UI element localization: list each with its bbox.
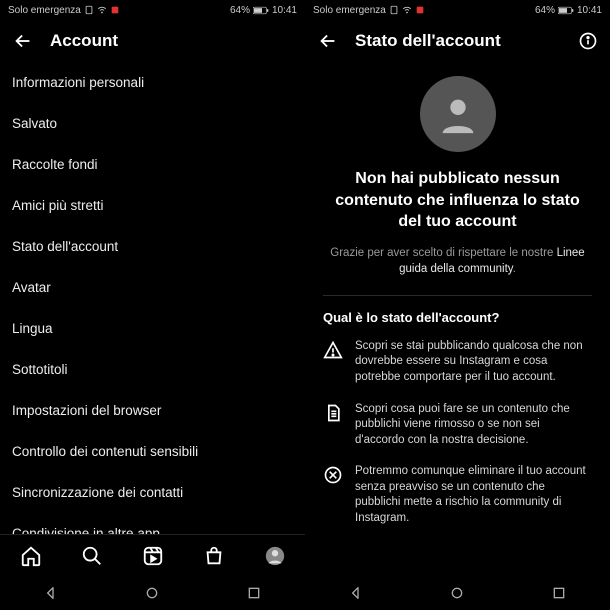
carrier-text: Solo emergenza — [313, 5, 386, 16]
back-icon[interactable] — [12, 30, 34, 52]
warning-icon — [323, 340, 343, 386]
menu-item-lingua[interactable]: Lingua — [0, 308, 305, 349]
notification-icon — [110, 5, 120, 15]
divider — [323, 295, 592, 296]
nav-back-icon[interactable] — [43, 585, 59, 601]
status-bar: Solo emergenza 64% 10:41 — [0, 0, 305, 20]
subtext-prefix: Grazie per aver scelto di rispettare le … — [330, 247, 556, 259]
document-icon — [323, 403, 343, 449]
menu-item-stato-account[interactable]: Stato dell'account — [0, 226, 305, 267]
wifi-icon — [402, 5, 412, 15]
section-title: Qual è lo stato dell'account? — [323, 310, 592, 325]
headline: Non hai pubblicato nessun contenuto che … — [323, 168, 592, 233]
x-circle-icon — [323, 465, 343, 526]
back-icon[interactable] — [317, 30, 339, 52]
subtext-suffix: . — [513, 263, 516, 275]
info-text: Scopri cosa puoi fare se un contenuto ch… — [355, 402, 592, 449]
notification-icon — [415, 5, 425, 15]
header: Stato dell'account — [305, 20, 610, 62]
sim-icon — [389, 5, 399, 15]
nav-recent-icon[interactable] — [551, 585, 567, 601]
wifi-icon — [97, 5, 107, 15]
page-title: Account — [50, 31, 293, 51]
battery-icon — [253, 6, 269, 15]
menu-list: Informazioni personali Salvato Raccolte … — [0, 62, 305, 534]
menu-item-sync-contatti[interactable]: Sincronizzazione dei contatti — [0, 472, 305, 513]
menu-item-raccolte-fondi[interactable]: Raccolte fondi — [0, 144, 305, 185]
menu-item-sottotitoli[interactable]: Sottotitoli — [0, 349, 305, 390]
content: Non hai pubblicato nessun contenuto che … — [305, 62, 610, 576]
battery-icon — [558, 6, 574, 15]
shop-icon[interactable] — [203, 545, 225, 567]
info-text: Potremmo comunque eliminare il tuo accou… — [355, 464, 592, 526]
system-nav — [0, 576, 305, 610]
screen-account-settings: Solo emergenza 64% 10:41 Account Informa… — [0, 0, 305, 610]
nav-back-icon[interactable] — [348, 585, 364, 601]
menu-item-condivisione[interactable]: Condivisione in altre app — [0, 513, 305, 534]
nav-recent-icon[interactable] — [246, 585, 262, 601]
menu-item-contenuti-sensibili[interactable]: Controllo dei contenuti sensibili — [0, 431, 305, 472]
subtext: Grazie per aver scelto di rispettare le … — [323, 245, 592, 277]
menu-item-amici-stretti[interactable]: Amici più stretti — [0, 185, 305, 226]
bottom-nav — [0, 534, 305, 576]
info-icon[interactable] — [578, 31, 598, 51]
page-title: Stato dell'account — [355, 31, 562, 51]
home-icon[interactable] — [20, 545, 42, 567]
battery-text: 64% — [230, 5, 250, 16]
search-icon[interactable] — [81, 545, 103, 567]
status-bar: Solo emergenza 64% 10:41 — [305, 0, 610, 20]
menu-item-browser[interactable]: Impostazioni del browser — [0, 390, 305, 431]
screen-account-status: Solo emergenza 64% 10:41 Stato dell'acco… — [305, 0, 610, 610]
profile-icon[interactable] — [264, 545, 286, 567]
nav-home-icon[interactable] — [144, 585, 160, 601]
system-nav — [305, 576, 610, 610]
menu-item-avatar[interactable]: Avatar — [0, 267, 305, 308]
carrier-text: Solo emergenza — [8, 5, 81, 16]
info-row-warning: Scopri se stai pubblicando qualcosa che … — [323, 339, 592, 386]
reels-icon[interactable] — [142, 545, 164, 567]
info-text: Scopri se stai pubblicando qualcosa che … — [355, 339, 592, 386]
clock-text: 10:41 — [577, 5, 602, 16]
clock-text: 10:41 — [272, 5, 297, 16]
avatar-placeholder — [420, 76, 496, 152]
menu-item-salvato[interactable]: Salvato — [0, 103, 305, 144]
header: Account — [0, 20, 305, 62]
nav-home-icon[interactable] — [449, 585, 465, 601]
sim-icon — [84, 5, 94, 15]
menu-item-info-personali[interactable]: Informazioni personali — [0, 62, 305, 103]
info-row-remove: Potremmo comunque eliminare il tuo accou… — [323, 464, 592, 526]
info-row-document: Scopri cosa puoi fare se un contenuto ch… — [323, 402, 592, 449]
battery-text: 64% — [535, 5, 555, 16]
